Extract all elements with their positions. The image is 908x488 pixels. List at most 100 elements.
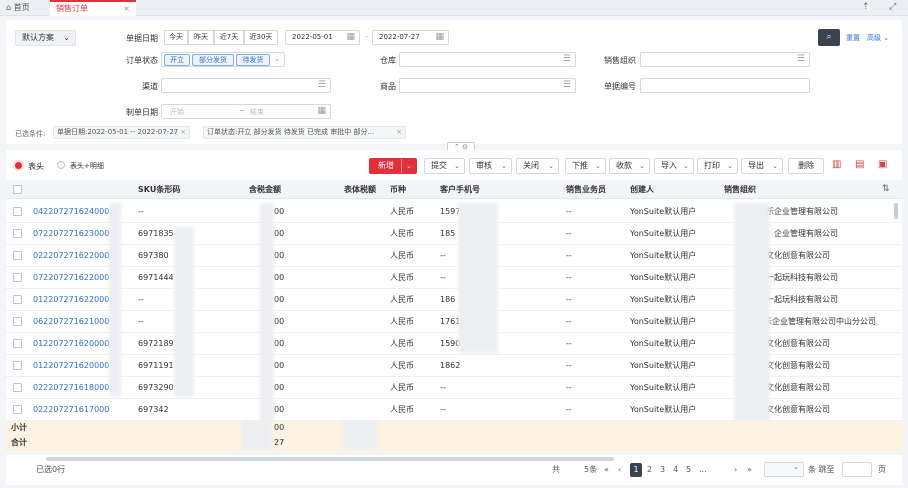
col-header-sku[interactable]: SKU条形码 <box>138 181 180 199</box>
date-from-input[interactable]: 2022-05-01 ▦ <box>285 30 360 45</box>
push-down-button[interactable]: 下推 ⌄ <box>565 158 606 174</box>
salesman-cell: -- <box>566 405 572 414</box>
chevron-down-icon: ⌄ <box>793 463 799 471</box>
warehouse-input[interactable]: ☰ <box>399 52 576 67</box>
order-code-link[interactable]: 022207271617000 <box>33 399 113 421</box>
row-checkbox[interactable] <box>13 317 22 326</box>
fullscreen-icon[interactable]: ⤢ <box>889 2 896 12</box>
radio-header-detail[interactable] <box>57 161 65 169</box>
import-button[interactable]: 导入 ⌄ <box>654 158 694 174</box>
chevron-down-icon: ⌄ <box>63 33 70 42</box>
row-checkbox[interactable] <box>13 207 22 216</box>
status-tag[interactable]: 开立 <box>164 54 190 66</box>
tab-home-label: 首页 <box>13 3 30 12</box>
order-code-link[interactable]: 072207271622000 <box>33 267 113 289</box>
close-icon[interactable]: × <box>396 127 402 138</box>
preset-30days[interactable]: 近30天 <box>244 30 278 45</box>
close-button[interactable]: 关闭 ⌄ <box>516 158 559 174</box>
amount-cell: 00 <box>274 339 285 348</box>
col-header-tax[interactable]: 表体税额 <box>344 181 376 199</box>
row-checkbox[interactable] <box>13 361 22 370</box>
col-header-amount[interactable]: 含税金额 <box>249 181 281 199</box>
radio-header-only[interactable] <box>15 162 22 169</box>
horizontal-scrollbar[interactable] <box>46 457 614 461</box>
order-code-link[interactable]: 062207271621000 <box>33 311 113 333</box>
preset-today[interactable]: 今天 <box>164 30 188 45</box>
order-code-link[interactable]: 042207271624000 <box>33 201 113 223</box>
row-checkbox[interactable] <box>13 339 22 348</box>
doc-no-input[interactable] <box>640 78 810 93</box>
last-page-icon[interactable]: » <box>747 463 752 477</box>
page-3[interactable]: 3 <box>660 463 665 477</box>
col-header-currency[interactable]: 币种 <box>390 181 406 199</box>
row-checkbox[interactable] <box>13 251 22 260</box>
page-1[interactable]: 1 <box>630 463 642 477</box>
status-tag[interactable]: 部分发货 <box>192 54 234 66</box>
row-checkbox[interactable] <box>13 273 22 282</box>
preset-7days[interactable]: 近7天 <box>214 30 244 45</box>
channel-input[interactable]: ☰ <box>161 78 331 93</box>
advanced-link[interactable]: 高级 ⌄ <box>867 33 889 43</box>
page-5[interactable]: 5 <box>686 463 691 477</box>
row-checkbox[interactable] <box>13 229 22 238</box>
export-button[interactable]: 导出 ⌄ <box>741 158 783 174</box>
order-code-link[interactable]: 012207271620000 <box>33 355 113 377</box>
tab-sales-order[interactable]: 销售订单 × <box>50 0 136 16</box>
condition-chip[interactable]: 单据日期:2022-05-01 -- 2022-07-27 × <box>53 126 190 139</box>
new-button[interactable]: 新增 ⌄ <box>369 158 417 174</box>
status-tag[interactable]: 待发货 <box>236 54 270 66</box>
date-from-value: 2022-05-01 <box>292 33 333 41</box>
sales-org-input[interactable]: ☰ <box>640 52 810 67</box>
print-button[interactable]: 打印 ⌄ <box>697 158 738 174</box>
audit-button[interactable]: 审核 ⌄ <box>469 158 512 174</box>
create-date-range[interactable]: 开始 ~ 结束 ▦ <box>161 104 331 119</box>
order-code-link[interactable]: 022207271622000 <box>33 245 113 267</box>
reset-link[interactable]: 重置 <box>846 33 860 43</box>
phone-cell: -- <box>440 405 446 414</box>
order-code-link[interactable]: 072207271623000 <box>33 223 113 245</box>
layout-icon[interactable]: ▣ <box>878 159 887 170</box>
amount-cell: 00 <box>274 383 285 392</box>
product-input[interactable]: ☰ <box>399 78 576 93</box>
upload-icon[interactable]: ⇡ <box>862 2 870 12</box>
close-icon[interactable]: × <box>180 127 186 138</box>
col-header-sales-org[interactable]: 销售组织 <box>724 181 756 199</box>
chevron-down-icon[interactable]: ⌄ <box>406 159 412 173</box>
row-checkbox[interactable] <box>13 405 22 414</box>
delete-button[interactable]: 删除 <box>788 158 824 174</box>
receive-button[interactable]: 收款 ⌄ <box>609 158 650 174</box>
amount-cell: 00 <box>274 273 285 282</box>
col-header-phone[interactable]: 客户手机号 <box>440 181 480 199</box>
submit-button[interactable]: 提交 ⌄ <box>424 158 465 174</box>
page-size-select[interactable]: ⌄ <box>764 462 804 477</box>
tab-home[interactable]: ⌂ 首页 <box>6 1 30 16</box>
date-to-input[interactable]: 2022-07-27 ▦ <box>372 30 449 45</box>
next-page-icon[interactable]: › <box>734 463 737 477</box>
col-header-creator[interactable]: 创建人 <box>630 181 654 199</box>
report-icon[interactable]: ▤ <box>855 159 864 170</box>
search-button[interactable]: ⌕ <box>818 29 840 46</box>
first-page-icon[interactable]: « <box>604 463 609 477</box>
org-cell: 乐企业管理有限公司 <box>766 207 838 216</box>
column-settings-icon[interactable]: ⇅ <box>882 184 890 194</box>
order-code-link[interactable]: 012207271620000 <box>33 333 113 355</box>
row-checkbox[interactable] <box>13 383 22 392</box>
chevron-down-icon: ⌄ <box>548 162 554 170</box>
prev-page-icon[interactable]: ‹ <box>618 463 621 477</box>
page-2[interactable]: 2 <box>647 463 652 477</box>
scheme-dropdown[interactable]: 默认方案 ⌄ <box>15 30 76 46</box>
phone-cell: 185 <box>440 229 456 238</box>
select-all-checkbox[interactable] <box>13 185 22 194</box>
goto-page-input[interactable] <box>842 462 872 477</box>
close-icon[interactable]: × <box>123 2 130 16</box>
preset-yesterday[interactable]: 昨天 <box>188 30 214 45</box>
col-header-salesman[interactable]: 销售业务员 <box>566 181 606 199</box>
chart-icon[interactable]: ▥ <box>832 159 841 170</box>
row-checkbox[interactable] <box>13 295 22 304</box>
page-4[interactable]: 4 <box>673 463 678 477</box>
date-to-value: 2022-07-27 <box>379 33 420 41</box>
vertical-scrollbar[interactable] <box>894 203 898 219</box>
order-code-link[interactable]: 022207271618000 <box>33 377 113 399</box>
order-code-link[interactable]: 012207271622000 <box>33 289 113 311</box>
condition-chip[interactable]: 订单状态:开立 部分发货 待发货 已完成 审批中 部分... × <box>203 126 406 139</box>
